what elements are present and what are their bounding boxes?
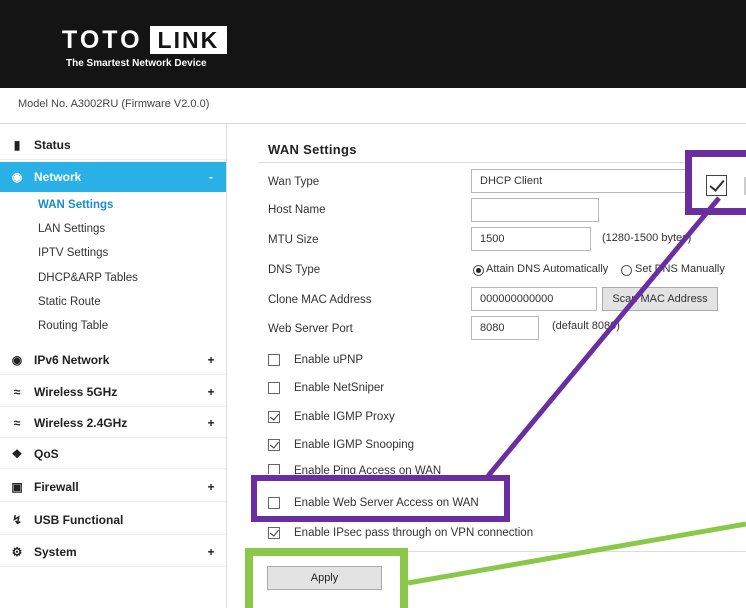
wifi-icon: ≈	[13, 415, 21, 430]
sidebar-subitem-dhcp-arp[interactable]: DHCP&ARP Tables	[38, 272, 138, 284]
sidebar-item-wireless-24g[interactable]: ≈ Wireless 2.4GHz +	[0, 408, 226, 438]
wifi-icon: ≈	[13, 384, 21, 399]
globe-icon: ◉	[11, 170, 23, 184]
web-server-highlight-box	[251, 475, 510, 522]
usb-icon: ↯	[11, 512, 23, 527]
dns-auto-radio[interactable]	[473, 265, 484, 276]
enable-netsniper-row[interactable]: Enable NetSniper	[268, 379, 384, 397]
dns-manual-radio[interactable]	[621, 265, 632, 276]
expand-icon: +	[207, 415, 215, 430]
checkbox-label: Enable uPNP	[294, 354, 364, 366]
top-header: TOTO LINK The Smartest Network Device	[0, 0, 746, 88]
enable-netsniper-checkbox[interactable]	[268, 382, 280, 394]
sidebar-item-label: IPv6 Network	[34, 352, 110, 367]
checked-checkbox-icon	[706, 175, 727, 196]
model-number: Model No. A3002RU (Firmware V2.0.0)	[18, 98, 210, 110]
enable-ipsec-checkbox[interactable]	[268, 527, 280, 539]
sidebar-subitem-routing-table[interactable]: Routing Table	[38, 320, 108, 332]
enable-upnp-checkbox[interactable]	[268, 354, 280, 366]
web-port-hint: (default 8080)	[552, 320, 620, 332]
sidebar: ▮ Status ◉ Network - WAN Settings LAN Se…	[0, 124, 227, 608]
wan-type-select[interactable]: DHCP Client ⌄	[471, 169, 703, 193]
zoomed-checkbox-callout	[685, 150, 746, 215]
globe-icon: ◉	[11, 352, 23, 367]
sidebar-item-firewall[interactable]: ▣ Firewall +	[0, 472, 226, 502]
gear-icon: ⚙	[11, 544, 23, 559]
enable-igmp-proxy-row[interactable]: Enable IGMP Proxy	[268, 408, 395, 426]
expand-icon: +	[207, 384, 215, 399]
host-name-label: Host Name	[268, 204, 326, 216]
checkbox-label: Enable Ping Access on WAN	[294, 465, 442, 474]
sidebar-item-label: Firewall	[34, 479, 79, 494]
sidebar-item-usb[interactable]: ↯ USB Functional	[0, 505, 226, 535]
enable-upnp-row[interactable]: Enable uPNP	[268, 351, 363, 369]
sidebar-item-label: USB Functional	[34, 512, 124, 527]
sidebar-item-status[interactable]: ▮ Status	[0, 130, 226, 160]
sidebar-subitem-wan-settings[interactable]: WAN Settings	[38, 199, 113, 211]
sidebar-subitem-iptv-settings[interactable]: IPTV Settings	[38, 247, 108, 259]
clone-mac-input[interactable]	[471, 287, 597, 311]
dns-manual-label: Set DNS Manually	[635, 263, 725, 275]
qos-icon: ❖	[11, 446, 23, 461]
dns-auto-label: Attain DNS Automatically	[486, 263, 609, 275]
host-name-input[interactable]	[471, 198, 599, 222]
checkbox-label: Enable NetSniper	[294, 382, 385, 394]
enable-igmp-snooping-row[interactable]: Enable IGMP Snooping	[268, 436, 414, 454]
mtu-input[interactable]	[471, 227, 591, 251]
mtu-label: MTU Size	[268, 234, 319, 246]
checkbox-label: Enable IGMP Proxy	[294, 411, 395, 423]
lock-icon: ▣	[11, 479, 23, 494]
sidebar-item-label: QoS	[34, 446, 59, 461]
enable-igmp-snooping-checkbox[interactable]	[268, 439, 280, 451]
wan-type-value: DHCP Client	[480, 175, 543, 187]
enable-ping-access-checkbox[interactable]	[268, 464, 280, 474]
checkbox-label: Enable IPsec pass through on VPN connect…	[294, 527, 534, 539]
sidebar-item-network[interactable]: ◉ Network -	[0, 162, 226, 192]
sidebar-subitem-lan-settings[interactable]: LAN Settings	[38, 223, 105, 235]
title-divider	[258, 162, 738, 163]
page-title: WAN Settings	[268, 142, 357, 157]
apply-highlight-box	[245, 548, 408, 608]
clone-mac-label: Clone MAC Address	[268, 294, 372, 306]
sidebar-item-qos[interactable]: ❖ QoS	[0, 439, 226, 469]
sidebar-item-label: Status	[34, 137, 71, 152]
expand-icon: +	[207, 352, 215, 367]
brand-name-part1: TOTO	[62, 26, 143, 54]
brand-logo: TOTO LINK The Smartest Network Device	[62, 26, 228, 69]
sidebar-subitem-static-route[interactable]: Static Route	[38, 296, 101, 308]
sidebar-item-ipv6[interactable]: ◉ IPv6 Network +	[0, 345, 226, 375]
web-port-label: Web Server Port	[268, 323, 353, 335]
sidebar-item-label: System	[34, 544, 77, 559]
sidebar-item-label: Wireless 2.4GHz	[34, 415, 128, 430]
chat-bubble-icon: ▮	[13, 137, 21, 152]
scan-mac-button[interactable]: Scan MAC Address	[602, 287, 718, 311]
sidebar-item-label: Network	[34, 170, 82, 184]
sidebar-item-system[interactable]: ⚙ System +	[0, 537, 226, 567]
mtu-hint: (1280-1500 bytes)	[602, 232, 692, 244]
brand-name-part2: LINK	[149, 26, 228, 54]
enable-igmp-proxy-checkbox[interactable]	[268, 411, 280, 423]
web-port-input[interactable]	[471, 316, 539, 340]
collapse-icon: -	[209, 170, 213, 184]
enable-ipsec-row[interactable]: Enable IPsec pass through on VPN connect…	[268, 524, 533, 542]
checkbox-label: Enable IGMP Snooping	[294, 439, 414, 451]
sidebar-item-label: Wireless 5GHz	[34, 384, 118, 399]
expand-icon: +	[207, 479, 215, 494]
enable-ping-access-row[interactable]: Enable Ping Access on WAN	[268, 462, 441, 474]
brand-tagline: The Smartest Network Device	[66, 58, 207, 69]
wan-type-label: Wan Type	[268, 176, 320, 188]
model-bar: Model No. A3002RU (Firmware V2.0.0)	[0, 88, 746, 124]
expand-icon: +	[207, 544, 215, 559]
sidebar-item-wireless-5g[interactable]: ≈ Wireless 5GHz +	[0, 377, 226, 407]
dns-type-label: DNS Type	[268, 264, 321, 276]
